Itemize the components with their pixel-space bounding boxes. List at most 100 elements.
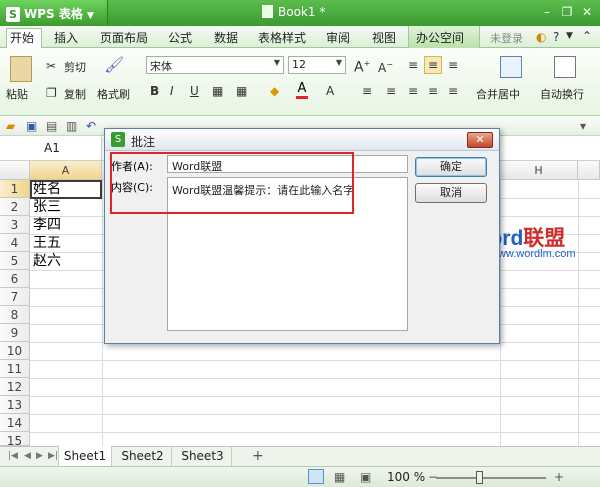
column-header-h[interactable]: H	[500, 161, 578, 180]
grid-line	[30, 432, 600, 433]
phonetic-icon[interactable]: A	[326, 84, 334, 98]
tab-office-space[interactable]: 办公空间	[416, 29, 464, 46]
zoom-level[interactable]: 100 %	[387, 470, 425, 484]
format-painter-button[interactable]: 格式刷	[97, 86, 130, 102]
normal-view-icon[interactable]	[308, 469, 324, 484]
font-size-select[interactable]: 12 ▼	[288, 56, 346, 74]
document-icon	[262, 5, 273, 18]
collapse-ribbon-icon[interactable]: ⌃	[582, 29, 592, 43]
row-header[interactable]: 14	[0, 414, 30, 432]
app-menu-button[interactable]: S WPS 表格 ▼	[0, 0, 108, 26]
row-header[interactable]: 4	[0, 234, 30, 252]
cell-a4[interactable]: 王五	[33, 234, 61, 252]
wrap-text-icon	[554, 56, 576, 78]
name-box[interactable]: A1	[0, 137, 102, 160]
row-header[interactable]: 7	[0, 288, 30, 306]
font-name-select[interactable]: 宋体 ▼	[146, 56, 284, 74]
customize-toolbar-icon[interactable]: ▾	[580, 119, 586, 133]
minimize-icon[interactable]: –	[540, 5, 554, 19]
options-chevron-icon[interactable]: ▼	[566, 31, 573, 41]
undo-icon[interactable]: ↶	[86, 119, 96, 133]
shrink-font-icon[interactable]: A−	[378, 58, 393, 75]
first-sheet-icon[interactable]: |◀	[8, 449, 18, 463]
row-header[interactable]: 8	[0, 306, 30, 324]
bold-icon[interactable]: B	[150, 84, 159, 98]
help-icon[interactable]: ?	[553, 30, 559, 44]
align-left-icon[interactable]: ≡	[408, 84, 418, 98]
column-header-next[interactable]	[578, 161, 600, 180]
ok-button[interactable]: 确定	[415, 157, 487, 177]
page-layout-view-icon[interactable]: ▦	[334, 470, 345, 484]
row-header[interactable]: 5	[0, 252, 30, 270]
paste-button[interactable]: 粘贴	[6, 86, 28, 102]
sheet-tab-sheet2[interactable]: Sheet2	[114, 446, 172, 466]
chevron-down-icon: ▼	[273, 58, 280, 67]
zoom-slider[interactable]	[436, 477, 546, 479]
sheet-tab-sheet3[interactable]: Sheet3	[174, 446, 232, 466]
border-icon[interactable]: ▦	[212, 84, 223, 98]
cut-button[interactable]: 剪切	[64, 59, 86, 75]
align-bottom-icon[interactable]: ≡	[448, 58, 458, 72]
auto-wrap-button[interactable]: 自动换行	[540, 86, 584, 102]
row-header[interactable]: 6	[0, 270, 30, 288]
zoom-slider-thumb[interactable]	[476, 471, 483, 484]
cell-a3[interactable]: 李四	[33, 216, 61, 234]
open-folder-icon[interactable]: ▰	[6, 119, 15, 133]
maximize-icon[interactable]: ❐	[560, 5, 574, 19]
row-header[interactable]: 12	[0, 378, 30, 396]
row-header[interactable]: 13	[0, 396, 30, 414]
cell-a2[interactable]: 张三	[33, 198, 61, 216]
cancel-button[interactable]: 取消	[415, 183, 487, 203]
row-header[interactable]: 15	[0, 432, 30, 448]
grow-font-icon[interactable]: A+	[354, 57, 370, 75]
close-icon[interactable]: ✕	[467, 132, 493, 148]
print-preview-icon[interactable]: ▤	[46, 119, 57, 133]
row-header[interactable]: 11	[0, 360, 30, 378]
align-middle-icon[interactable]: ≡	[428, 58, 438, 72]
underline-icon[interactable]: U	[190, 84, 199, 98]
cell-a5[interactable]: 赵六	[33, 252, 61, 270]
column-header-a[interactable]: A	[30, 161, 102, 180]
cell-style-icon[interactable]: ▦	[236, 84, 247, 98]
grid-line	[30, 360, 600, 361]
row-header[interactable]: 3	[0, 216, 30, 234]
print-icon[interactable]: ▥	[66, 119, 77, 133]
zoom-in-icon[interactable]: +	[554, 470, 564, 484]
prev-sheet-icon[interactable]: ◀	[24, 449, 31, 463]
tab-data[interactable]: 数据	[214, 29, 238, 46]
row-header[interactable]: 10	[0, 342, 30, 360]
tab-view[interactable]: 视图	[372, 29, 396, 46]
indent-icon[interactable]: ≡	[362, 84, 372, 98]
sheet-tab-sheet1[interactable]: Sheet1	[58, 446, 112, 466]
row-header[interactable]: 2	[0, 198, 30, 216]
last-sheet-icon[interactable]: ▶|	[48, 449, 58, 463]
tab-formulas[interactable]: 公式	[168, 29, 192, 46]
row-header[interactable]: 1	[0, 180, 30, 198]
align-right-icon[interactable]: ≡	[448, 84, 458, 98]
font-color-icon[interactable]: A	[296, 82, 308, 99]
tab-insert[interactable]: 插入	[54, 29, 78, 46]
paste-icon[interactable]	[10, 56, 32, 82]
next-sheet-icon[interactable]: ▶	[36, 449, 43, 463]
outdent-icon[interactable]: ≡	[386, 84, 396, 98]
tab-home[interactable]: 开始	[10, 29, 34, 46]
tab-table-style[interactable]: 表格样式	[258, 29, 306, 46]
wps-logo-icon: S	[6, 7, 20, 22]
tab-review[interactable]: 审阅	[326, 29, 350, 46]
login-link[interactable]: 未登录	[490, 30, 523, 46]
skin-icon[interactable]: ◐	[536, 30, 546, 44]
align-top-icon[interactable]: ≡	[408, 58, 418, 72]
merge-center-button[interactable]: 合并居中	[476, 86, 520, 102]
dialog-title-bar[interactable]	[105, 129, 499, 151]
italic-icon[interactable]: I	[170, 84, 174, 98]
page-break-view-icon[interactable]: ▣	[360, 470, 371, 484]
save-icon[interactable]: ▣	[26, 119, 37, 133]
close-icon[interactable]: ✕	[580, 5, 594, 19]
add-sheet-icon[interactable]: +	[252, 449, 264, 463]
fill-color-icon[interactable]: ◆	[270, 84, 279, 98]
tab-page-layout[interactable]: 页面布局	[100, 29, 148, 46]
copy-button[interactable]: 复制	[64, 86, 86, 102]
select-all-corner[interactable]	[0, 161, 30, 180]
row-header[interactable]: 9	[0, 324, 30, 342]
align-center-icon[interactable]: ≡	[428, 84, 438, 98]
